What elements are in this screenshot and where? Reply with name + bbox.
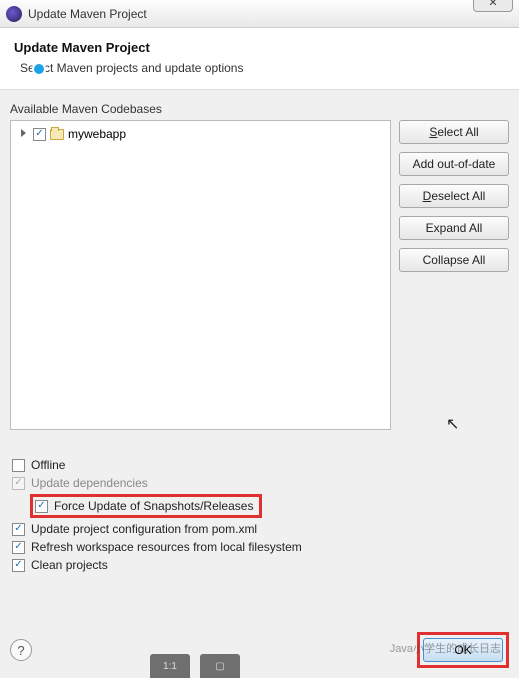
update-config-checkbox[interactable]	[12, 523, 25, 536]
tree-item-mywebapp[interactable]: mywebapp	[15, 125, 386, 143]
offline-option[interactable]: Offline	[12, 458, 507, 472]
collapse-all-button[interactable]: Collapse All	[399, 248, 509, 272]
help-button[interactable]: ?	[10, 639, 32, 661]
page-title: Update Maven Project	[14, 40, 505, 55]
clean-checkbox[interactable]	[12, 559, 25, 572]
project-checkbox[interactable]	[33, 128, 46, 141]
content-area: Available Maven Codebases mywebapp Selec…	[0, 90, 519, 572]
app-icon	[6, 6, 22, 22]
refresh-ws-label: Refresh workspace resources from local f…	[31, 540, 302, 554]
expand-all-button[interactable]: Expand All	[399, 216, 509, 240]
codebase-tree[interactable]: mywebapp	[10, 120, 391, 430]
dialog-header: Update Maven Project Select Maven projec…	[0, 28, 519, 90]
update-dependencies-option: Update dependencies	[12, 476, 507, 490]
titlebar: Update Maven Project ✕	[0, 0, 519, 28]
force-update-option-row: Force Update of Snapshots/Releases	[30, 494, 507, 518]
window-title: Update Maven Project	[28, 7, 147, 21]
expand-icon[interactable]	[19, 129, 29, 139]
update-config-label: Update project configuration from pom.xm…	[31, 522, 257, 536]
deselect-all-button[interactable]: Deselect All	[399, 184, 509, 208]
refresh-workspace-option[interactable]: Refresh workspace resources from local f…	[12, 540, 507, 554]
screenshot-toolbar: 1:1 ▢	[150, 654, 240, 678]
update-deps-label: Update dependencies	[31, 476, 148, 490]
options-group: Offline Update dependencies Force Update…	[10, 458, 509, 572]
crop-button[interactable]: ▢	[200, 654, 240, 678]
force-update-label: Force Update of Snapshots/Releases	[54, 499, 253, 513]
codebases-label: Available Maven Codebases	[10, 102, 509, 116]
selection-buttons: Select All Add out-of-date Deselect All …	[399, 120, 509, 430]
folder-icon	[50, 129, 64, 140]
force-update-checkbox[interactable]	[35, 500, 48, 513]
ok-highlight: OK	[417, 632, 509, 668]
clean-label: Clean projects	[31, 558, 108, 572]
project-name: mywebapp	[68, 127, 126, 141]
page-subtitle: Select Maven projects and update options	[14, 61, 505, 75]
offline-checkbox[interactable]	[12, 459, 25, 472]
busy-cursor-icon	[32, 62, 46, 76]
offline-label: Offline	[31, 458, 65, 472]
add-out-of-date-button[interactable]: Add out-of-date	[399, 152, 509, 176]
clean-projects-option[interactable]: Clean projects	[12, 558, 507, 572]
select-all-button[interactable]: Select All	[399, 120, 509, 144]
refresh-ws-checkbox[interactable]	[12, 541, 25, 554]
update-deps-checkbox	[12, 477, 25, 490]
ok-button[interactable]: OK	[423, 638, 503, 662]
close-button[interactable]: ✕	[473, 0, 513, 12]
ratio-button[interactable]: 1:1	[150, 654, 190, 678]
dialog-footer: ? OK	[0, 632, 519, 668]
update-config-option[interactable]: Update project configuration from pom.xm…	[12, 522, 507, 536]
force-update-highlight: Force Update of Snapshots/Releases	[30, 494, 262, 518]
